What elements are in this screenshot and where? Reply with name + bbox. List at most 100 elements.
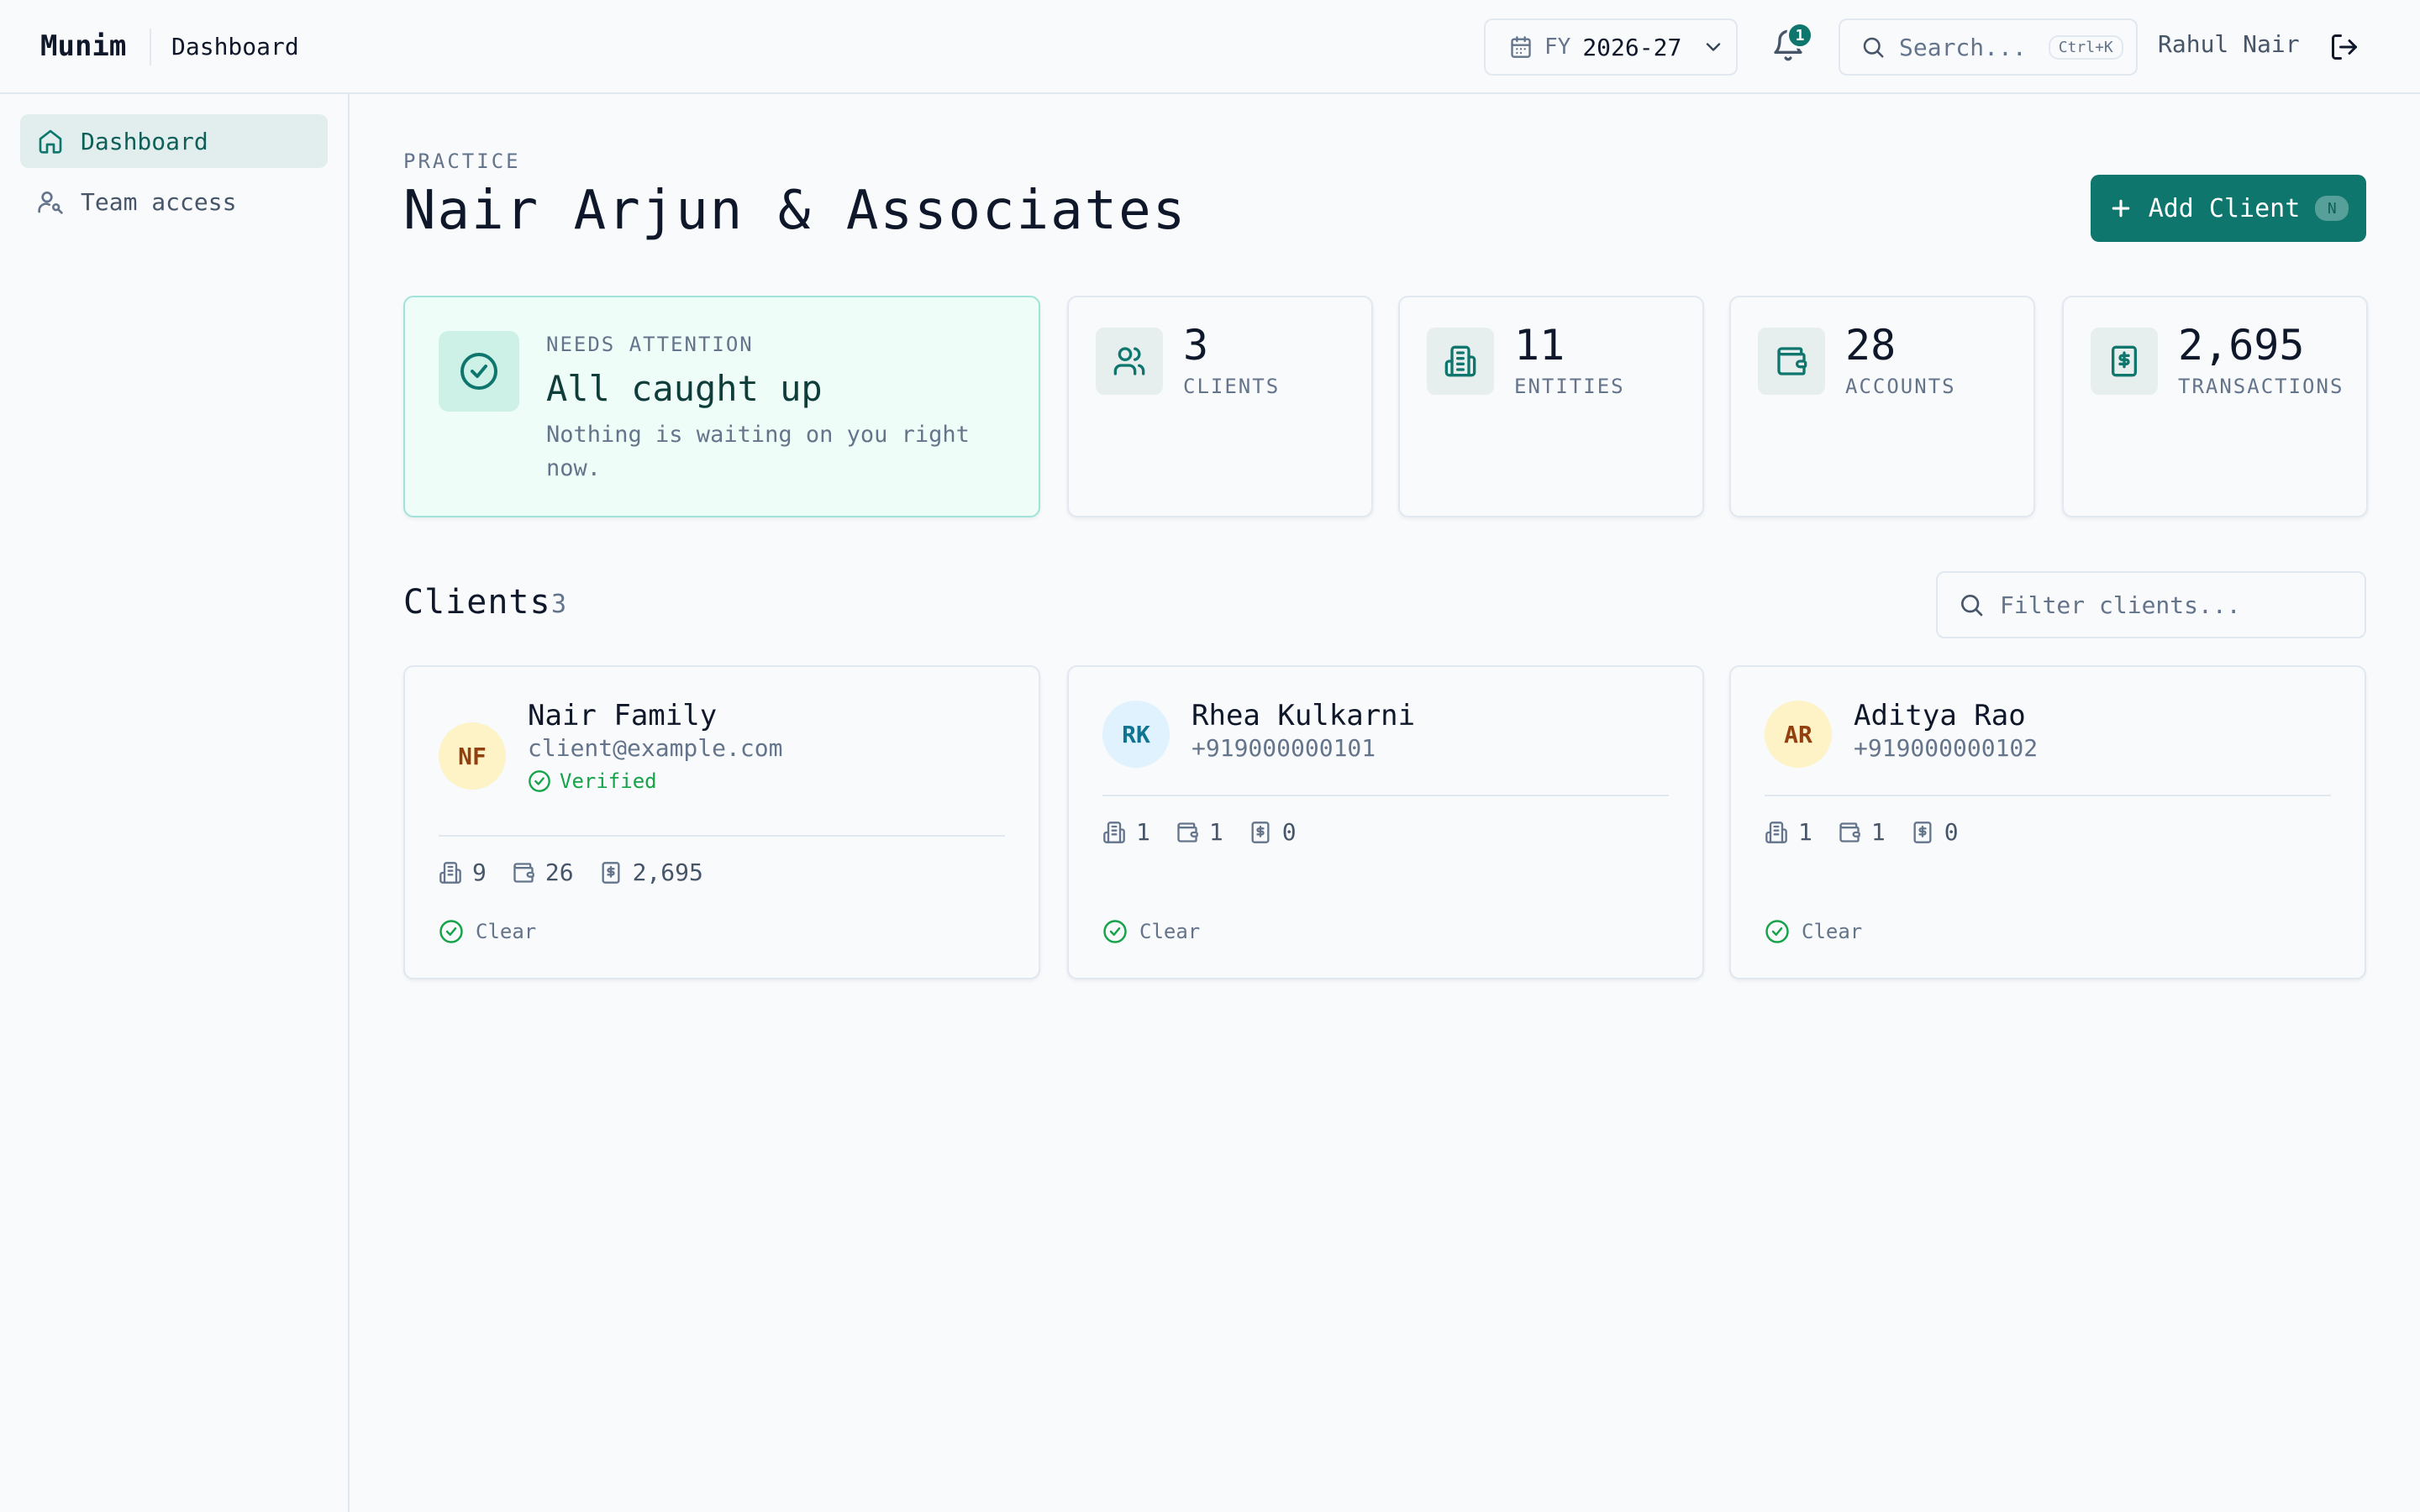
stat-label: CLIENTS: [1183, 375, 1281, 398]
chevron-down-icon: [1702, 35, 1725, 59]
client-card-nair-family[interactable]: NF Nair Family client@example.com Verifi…: [403, 665, 1040, 979]
client-name: Nair Family: [528, 699, 718, 732]
search-placeholder: Search...: [1899, 33, 2027, 61]
stat-label: ACCOUNTS: [1845, 375, 1956, 398]
stat-value: 11: [1514, 321, 1565, 370]
attention-title: All caught up: [546, 368, 823, 409]
stat-icon-wrap: [1427, 328, 1494, 395]
stat-icon-wrap: [1096, 328, 1163, 395]
sidebar: Dashboard Team access: [0, 94, 350, 1512]
check-circle-icon: [528, 769, 551, 793]
stat-card-entities[interactable]: 11 ENTITIES: [1398, 296, 1704, 517]
check-circle-icon: [439, 919, 464, 944]
wallet-icon: [512, 861, 535, 885]
fiscal-year-label: FY: [1544, 34, 1571, 60]
client-card-rhea-kulkarni[interactable]: RK Rhea Kulkarni +919000000101 1 1 0 Cle…: [1067, 665, 1704, 979]
stat-icon-wrap: [2091, 328, 2158, 395]
status-label: Clear: [1139, 920, 1201, 943]
page-eyebrow: PRACTICE: [403, 150, 521, 173]
client-contact: +919000000102: [1854, 734, 2039, 762]
avatar: RK: [1102, 701, 1170, 768]
user-name[interactable]: Rahul Nair: [2158, 30, 2300, 58]
top-bar: Munim Dashboard FY 2026-27 1 Search... C…: [0, 0, 2420, 94]
metric-accounts: 1: [1176, 818, 1223, 846]
filter-clients-input[interactable]: [2000, 591, 2353, 619]
home-icon: [37, 128, 64, 155]
stat-card-accounts[interactable]: 28 ACCOUNTS: [1729, 296, 2035, 517]
client-status: Clear: [1765, 919, 1862, 944]
building-icon: [439, 861, 462, 885]
search-shortcut: Ctrl+K: [2048, 34, 2123, 60]
clients-count: 3: [551, 590, 567, 619]
receipt-icon: [1911, 821, 1934, 844]
plus-icon: [2108, 196, 2133, 221]
attention-eyebrow: NEEDS ATTENTION: [546, 333, 754, 356]
sidebar-item-label: Team access: [81, 187, 237, 216]
add-client-shortcut: N: [2315, 196, 2349, 221]
filter-clients-field[interactable]: [1936, 571, 2366, 638]
attention-description: Nothing is waiting on you right now.: [546, 422, 970, 481]
card-divider: [1765, 795, 2331, 796]
stat-card-transactions[interactable]: 2,695 TRANSACTIONS: [2062, 296, 2368, 517]
wallet-icon: [1838, 821, 1861, 844]
sidebar-item-dashboard[interactable]: Dashboard: [20, 114, 328, 168]
breadcrumb: Dashboard: [171, 32, 299, 60]
client-status: Clear: [1102, 919, 1200, 944]
notification-badge: 1: [1786, 22, 1813, 49]
users-icon: [1113, 344, 1146, 378]
metric-value: 2,695: [632, 858, 703, 886]
receipt-icon: [1249, 821, 1272, 844]
stat-value: 2,695: [2178, 321, 2305, 370]
attention-icon-wrap: [439, 331, 519, 412]
receipt-icon: [2107, 344, 2141, 378]
verified-badge: Verified: [528, 769, 657, 793]
brand-divider: [150, 29, 151, 66]
wallet-icon: [1775, 344, 1808, 378]
search-button[interactable]: Search... Ctrl+K: [1839, 18, 2138, 76]
client-card-aditya-rao[interactable]: AR Aditya Rao +919000000102 1 1 0 Clear: [1729, 665, 2366, 979]
client-metrics: 1 1 0: [1102, 818, 1297, 846]
metric-entities: 1: [1765, 818, 1812, 846]
metric-value: 0: [1281, 818, 1297, 846]
brand-logo[interactable]: Munim: [40, 29, 126, 63]
fiscal-year-value: 2026-27: [1582, 33, 1682, 61]
stat-label: TRANSACTIONS: [2178, 375, 2344, 398]
status-label: Clear: [1802, 920, 1863, 943]
metric-value: 1: [1798, 818, 1812, 846]
status-label: Clear: [476, 920, 537, 943]
search-icon: [1860, 34, 1886, 60]
user-key-icon: [37, 188, 64, 215]
add-client-label: Add Client: [2148, 193, 2301, 223]
card-divider: [439, 835, 1005, 837]
client-contact: client@example.com: [528, 734, 783, 762]
metric-accounts: 26: [512, 858, 574, 886]
client-contact: +919000000101: [1192, 734, 1376, 762]
metric-value: 26: [544, 858, 574, 886]
verified-label: Verified: [560, 769, 657, 793]
logout-icon[interactable]: [2329, 32, 2360, 62]
metric-transactions: 0: [1249, 818, 1297, 846]
page-title: Nair Arjun & Associates: [403, 180, 1187, 242]
check-circle-icon: [1765, 919, 1790, 944]
building-icon: [1765, 821, 1788, 844]
client-name: Rhea Kulkarni: [1192, 699, 1416, 732]
fiscal-year-select[interactable]: FY 2026-27: [1484, 18, 1738, 76]
add-client-button[interactable]: Add Client N: [2091, 175, 2366, 242]
metric-value: 9: [472, 858, 487, 886]
sidebar-item-label: Dashboard: [81, 127, 208, 155]
client-metrics: 1 1 0: [1765, 818, 1959, 846]
stat-value: 3: [1183, 321, 1209, 370]
metric-value: 0: [1944, 818, 1959, 846]
calendar-icon: [1509, 35, 1533, 59]
building-icon: [1444, 344, 1477, 378]
client-name: Aditya Rao: [1854, 699, 2026, 732]
stat-icon-wrap: [1758, 328, 1825, 395]
metric-transactions: 2,695: [599, 858, 703, 886]
check-circle-icon: [459, 351, 499, 391]
sidebar-item-team-access[interactable]: Team access: [20, 175, 328, 228]
receipt-icon: [599, 861, 623, 885]
stat-card-clients[interactable]: 3 CLIENTS: [1067, 296, 1373, 517]
avatar: NF: [439, 722, 506, 790]
stat-label: ENTITIES: [1514, 375, 1625, 398]
needs-attention-card: NEEDS ATTENTION All caught up Nothing is…: [403, 296, 1040, 517]
